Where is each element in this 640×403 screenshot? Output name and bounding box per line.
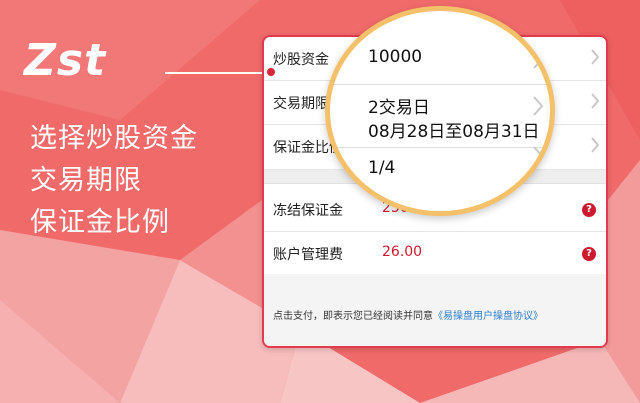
divider — [330, 147, 550, 148]
row-label: 账户管理费 — [273, 247, 343, 263]
chevron-right-icon — [533, 146, 544, 166]
row-label: 冻结保证金 — [273, 203, 343, 219]
row-value: 26.00 — [382, 244, 423, 260]
row-label: 交易期限 — [273, 96, 329, 112]
divider — [330, 84, 550, 85]
feature-item: 交易期限 — [30, 165, 142, 196]
agreement-link[interactable]: 《易操盘用户操盘协议》 — [433, 311, 543, 322]
brand-logo: Zst — [24, 35, 107, 86]
chevron-right-icon — [533, 49, 544, 69]
magnified-ratio: 1/4 — [368, 158, 396, 178]
magnified-term-dates: 08月28日至08月31日 — [368, 122, 540, 142]
feature-item: 选择炒股资金 — [30, 123, 198, 154]
notice-text: 点击支付，即表示您已经阅读并同意 — [273, 311, 433, 322]
pointer-dot — [265, 66, 277, 78]
agreement-notice: 点击支付，即表示您已经阅读并同意《易操盘用户操盘协议》 — [273, 307, 543, 322]
row-account-fee: 账户管理费 26.00 ? — [264, 232, 606, 276]
magnified-amount: 10000 — [368, 47, 423, 67]
feature-item: 保证金比例 — [30, 207, 170, 238]
chevron-right-icon — [533, 96, 544, 116]
help-icon[interactable]: ? — [582, 247, 596, 261]
pointer-line — [165, 72, 270, 74]
magnified-term: 2交易日 — [368, 98, 430, 118]
row-label: 炒股资金 — [273, 52, 329, 68]
feature-list: 选择炒股资金 交易期限 保证金比例 — [30, 118, 198, 244]
chevron-right-icon — [591, 93, 600, 109]
chevron-right-icon — [591, 49, 600, 65]
magnifier-lens: 10000 2交易日 08月28日至08月31日 1/4 — [325, 6, 555, 216]
chevron-right-icon — [591, 137, 600, 153]
help-icon[interactable]: ? — [582, 203, 596, 217]
